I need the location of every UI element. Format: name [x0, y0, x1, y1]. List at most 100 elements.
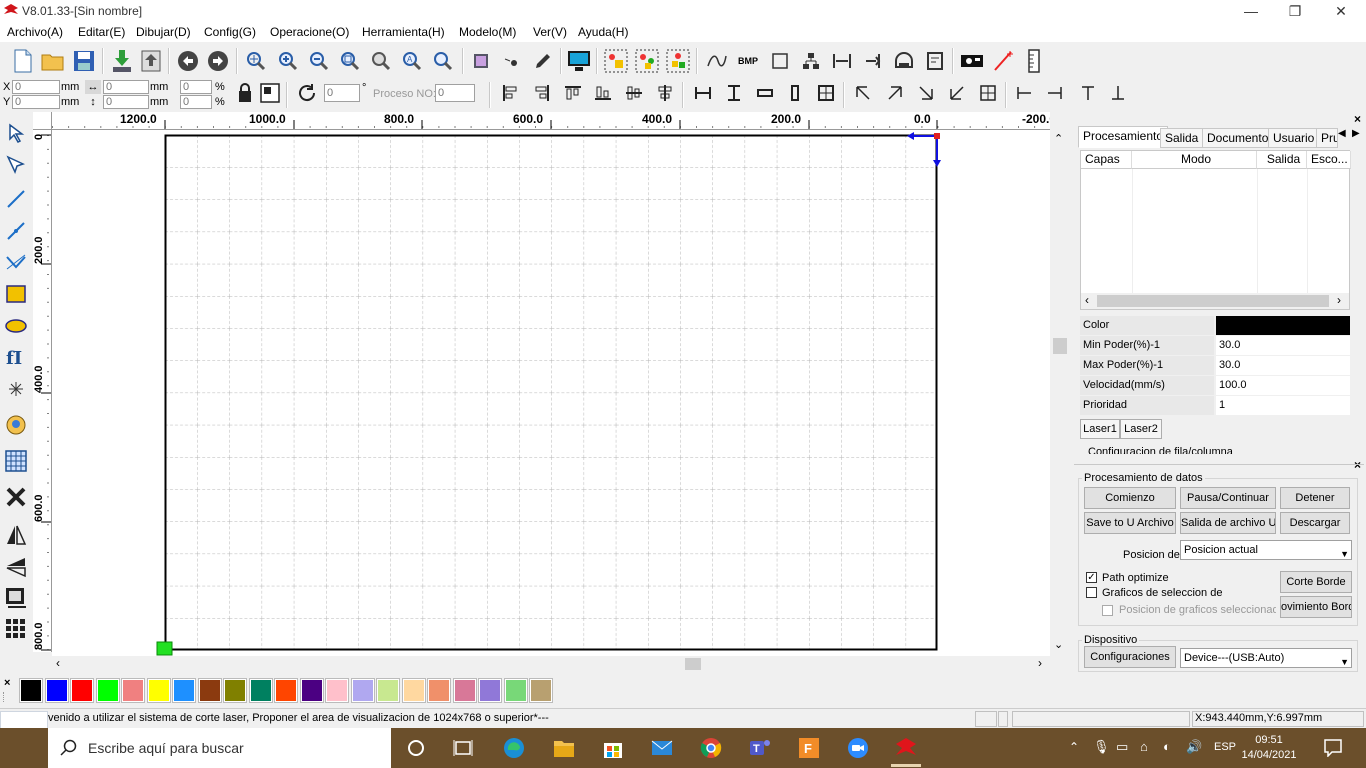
tree-structure-icon[interactable]	[797, 47, 825, 75]
zoom-app-icon[interactable]	[846, 736, 870, 760]
min-power-input[interactable]: 30.0	[1216, 336, 1350, 355]
camera-capture-icon[interactable]	[3, 412, 29, 438]
select-arrow-icon[interactable]	[3, 120, 29, 146]
red-pointer-icon[interactable]	[989, 47, 1017, 75]
zoom-select-icon[interactable]	[429, 47, 457, 75]
menu-config[interactable]: Config(G)	[204, 25, 256, 39]
rectangle-tool-icon[interactable]	[3, 281, 29, 307]
mirror-horizontal-icon[interactable]	[3, 522, 29, 548]
spacing-horizontal-icon[interactable]	[828, 47, 856, 75]
tab-pruebas[interactable]: Pru	[1316, 128, 1338, 148]
microphone-icon[interactable]: 🎙	[1093, 739, 1110, 755]
graficos-seleccion-checkbox[interactable]	[1086, 587, 1097, 598]
menu-modelo[interactable]: Modelo(M)	[459, 25, 516, 39]
volume-icon[interactable]: ◐	[1163, 739, 1171, 754]
x-position-input[interactable]: 0	[12, 80, 60, 94]
align-edge-bottom-icon[interactable]	[1105, 80, 1131, 106]
palette-close-icon[interactable]: ×	[4, 677, 10, 689]
move-center-icon[interactable]	[975, 80, 1001, 106]
align-right-icon[interactable]	[529, 80, 555, 106]
corte-borde-button[interactable]: Corte Borde	[1280, 571, 1352, 593]
language-indicator[interactable]: ESP	[1214, 741, 1236, 753]
move-bottom-right-icon[interactable]	[913, 80, 939, 106]
tray-chevron-up-icon[interactable]: ⌃	[1069, 740, 1079, 754]
ellipse-tool-icon[interactable]	[3, 313, 29, 339]
array-copy-icon[interactable]	[602, 47, 630, 75]
align-edge-left-icon[interactable]	[1011, 80, 1037, 106]
pause-continue-button[interactable]: Pausa/Continuar	[1180, 487, 1276, 509]
vertical-scrollbar[interactable]: ⌃ ⌄	[1050, 130, 1070, 656]
equal-spacing-v-icon[interactable]	[721, 80, 747, 106]
equal-spacing-h-icon[interactable]	[690, 80, 716, 106]
edge-browser-icon[interactable]	[502, 736, 526, 760]
undo-icon[interactable]	[174, 47, 202, 75]
speaker-icon[interactable]: 🔊	[1186, 739, 1202, 755]
align-tool-icon[interactable]	[664, 47, 692, 75]
panel-close-icon[interactable]: ×	[1354, 112, 1361, 126]
chrome-icon[interactable]	[699, 736, 723, 760]
ruler-measure-icon[interactable]	[1020, 47, 1048, 75]
same-width-icon[interactable]	[752, 80, 778, 106]
color-swatch[interactable]	[223, 678, 247, 703]
document-edit-icon[interactable]	[921, 47, 949, 75]
position-anchor-icon[interactable]	[258, 80, 282, 106]
tab-usuario[interactable]: Usuario	[1268, 128, 1320, 148]
select-frame-icon[interactable]	[467, 47, 495, 75]
table-hscroll[interactable]: ‹ ›	[1081, 293, 1349, 309]
color-swatch[interactable]	[146, 678, 171, 703]
task-view-icon[interactable]	[451, 736, 475, 760]
fusion-app-icon[interactable]: F	[797, 736, 821, 760]
notification-icon[interactable]	[1324, 739, 1342, 757]
laser-app-icon[interactable]	[894, 736, 918, 760]
device-select[interactable]: Device---(USB:Auto) ▼	[1180, 648, 1352, 668]
width-input[interactable]: 0	[103, 80, 149, 94]
rectangle-frame-icon[interactable]	[766, 47, 794, 75]
align-edge-top-icon[interactable]	[1075, 80, 1101, 106]
movimiento-borde-button[interactable]: ovimiento Bord	[1280, 596, 1352, 618]
color-swatch-value[interactable]	[1216, 316, 1350, 335]
menu-ayuda[interactable]: Ayuda(H)	[578, 25, 628, 39]
file-explorer-icon[interactable]	[552, 736, 576, 760]
tab-laser2[interactable]: Laser2	[1120, 419, 1162, 439]
color-swatch[interactable]	[401, 678, 426, 703]
height-input[interactable]: 0	[103, 95, 149, 109]
scale-y-input[interactable]: 0	[180, 95, 212, 109]
color-swatch[interactable]	[70, 678, 94, 703]
menu-dibujar[interactable]: Dibujar(D)	[136, 25, 191, 39]
work-canvas[interactable]	[52, 130, 1050, 656]
color-swatch[interactable]	[19, 678, 43, 703]
restore-button[interactable]: ❐	[1272, 0, 1318, 22]
scroll-up-icon[interactable]: ⌃	[1054, 132, 1063, 145]
priority-input[interactable]: 1	[1216, 396, 1350, 415]
scale-x-input[interactable]: 0	[180, 80, 212, 94]
proceso-input[interactable]: 0	[435, 84, 475, 102]
minimize-button[interactable]: —	[1228, 0, 1274, 22]
align-edge-right-icon[interactable]	[1042, 80, 1068, 106]
align-center-v-icon[interactable]	[621, 80, 647, 106]
color-swatch[interactable]	[95, 678, 120, 703]
scroll-left-icon[interactable]: ‹	[56, 656, 60, 670]
open-folder-icon[interactable]	[39, 47, 67, 75]
output-u-file-button[interactable]: Salida de archivo U	[1180, 512, 1276, 534]
tab-scroll-right-icon[interactable]: ▶	[1352, 128, 1360, 139]
color-swatch[interactable]	[376, 678, 400, 703]
align-bottom-icon[interactable]	[590, 80, 616, 106]
new-file-icon[interactable]	[9, 47, 37, 75]
scroll-right-icon[interactable]: ›	[1038, 656, 1042, 670]
same-height-icon[interactable]	[782, 80, 808, 106]
multi-grid-icon[interactable]	[3, 616, 29, 642]
save-icon[interactable]	[70, 47, 98, 75]
system-clock[interactable]: 09:51 14/04/2021	[1240, 733, 1298, 763]
lock-ratio-icon[interactable]	[234, 80, 256, 106]
move-top-left-icon[interactable]	[850, 80, 876, 106]
zoom-in-icon[interactable]	[274, 47, 302, 75]
close-button[interactable]: ✕	[1318, 0, 1364, 22]
color-swatch[interactable]	[299, 678, 324, 703]
download-button[interactable]: Descargar	[1280, 512, 1350, 534]
menu-editar[interactable]: Editar(E)	[78, 25, 125, 39]
color-swatch[interactable]	[529, 678, 553, 703]
speed-input[interactable]: 100.0	[1216, 376, 1350, 395]
store-icon[interactable]	[601, 736, 625, 760]
cortana-icon[interactable]	[404, 736, 428, 760]
tab-salida[interactable]: Salida	[1160, 128, 1204, 148]
